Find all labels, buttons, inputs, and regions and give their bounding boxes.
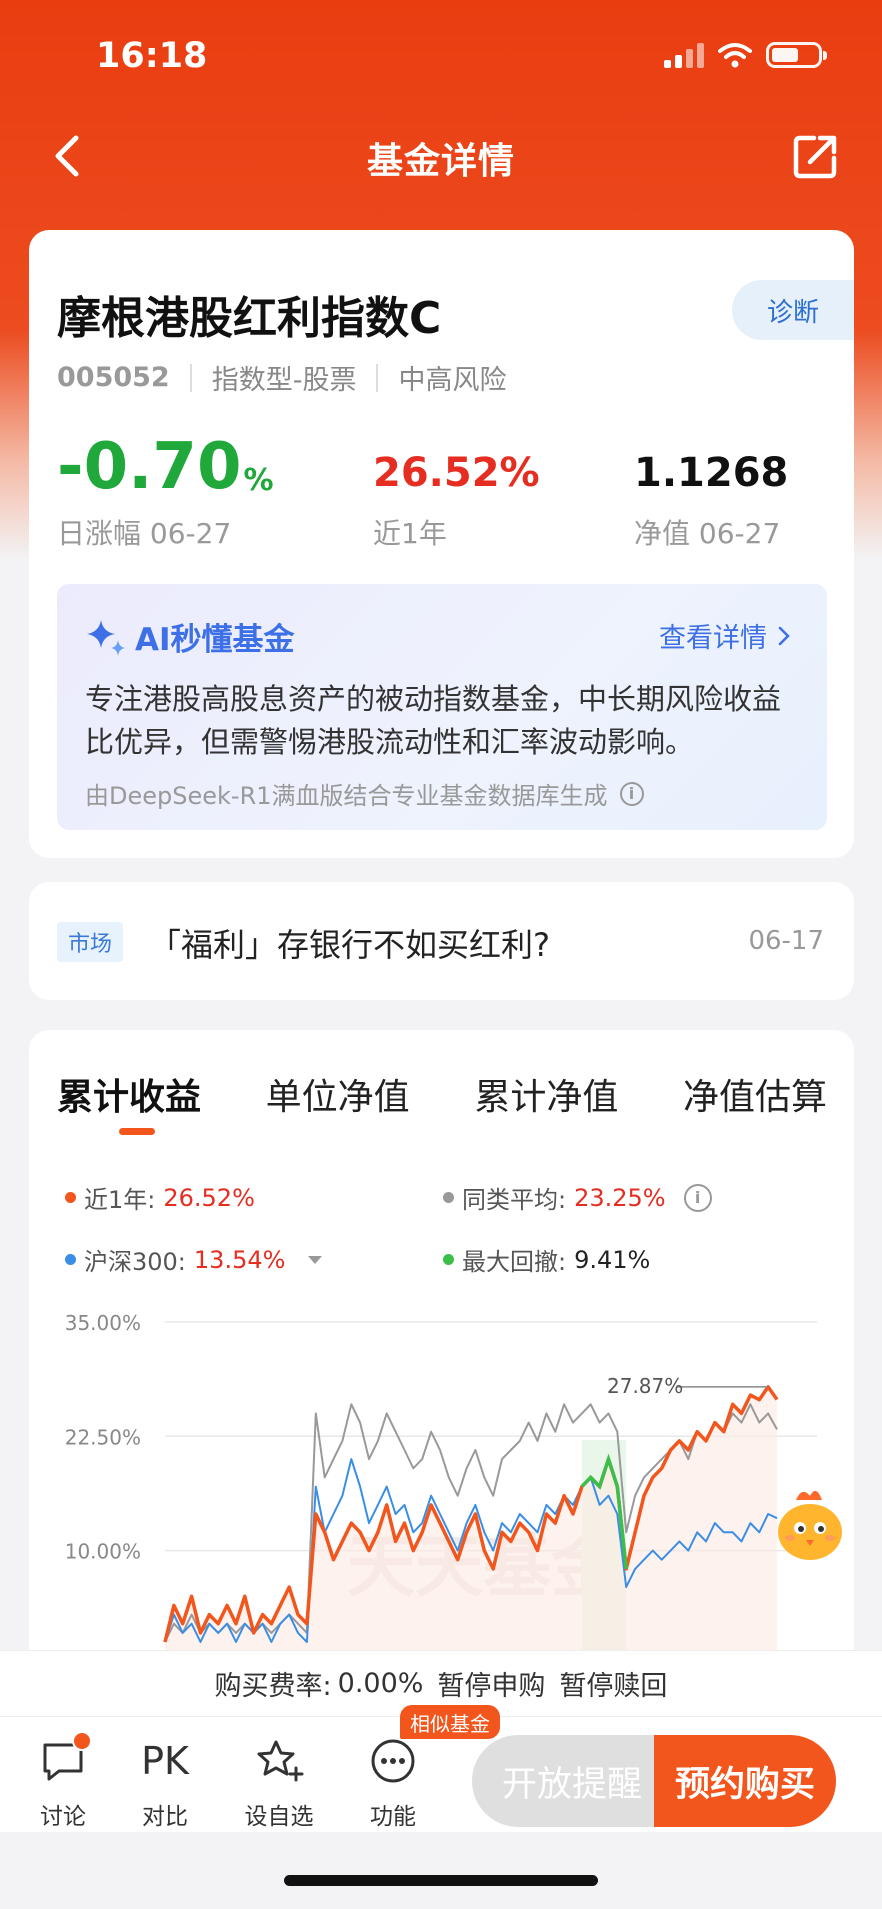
fund-code: 005052 — [57, 362, 170, 393]
legend-dot — [443, 1192, 454, 1203]
info-icon[interactable]: i — [619, 781, 644, 806]
discuss-button[interactable]: 讨论 — [18, 1731, 108, 1831]
legend-dot — [65, 1192, 76, 1203]
news-tag: 市场 — [57, 922, 123, 962]
fund-type: 指数型-股票 — [211, 365, 357, 396]
star-add-icon — [257, 1740, 304, 1782]
legend-peer-value: 23.25% — [574, 1183, 666, 1212]
nav-value-label: 净值 06-27 — [634, 517, 781, 550]
dropdown-triangle-icon[interactable] — [305, 1254, 325, 1266]
legend-drawdown: 最大回撤: 9.41% — [443, 1242, 650, 1277]
legend-index-label: 沪深300: — [84, 1248, 186, 1276]
daily-change-stat: -0.70% 日涨幅 06-27 — [57, 426, 274, 552]
legend-index-value: 13.54% — [193, 1245, 286, 1274]
legend-drawdown-label: 最大回撤: — [462, 1248, 567, 1276]
tab-cumulative-return[interactable]: 累计收益 — [57, 1068, 201, 1120]
add-watchlist-label: 设自选 — [244, 1804, 314, 1830]
open-reminder-button[interactable]: 开放提醒 — [472, 1735, 672, 1827]
functions-button[interactable]: 功能 — [348, 1733, 438, 1831]
home-indicator-area — [0, 1832, 882, 1909]
ai-title: AI秒懂基金 — [135, 622, 295, 658]
y-tick-label: 10.00% — [65, 1540, 141, 1564]
daily-change-unit: % — [243, 463, 274, 498]
nav-value: 1.1268 — [634, 450, 789, 496]
discuss-label: 讨论 — [40, 1804, 86, 1830]
redeem-status: 暂停赎回 — [559, 1671, 668, 1702]
ai-header: AI秒懂基金 — [85, 614, 295, 659]
page-title: 基金详情 — [366, 141, 515, 182]
signal-icon — [664, 42, 704, 68]
ai-summary-text: 专注港股高股息资产的被动指数基金，中长期风险收益比优异，但需警惕港股流动性和汇率… — [85, 682, 782, 759]
subscribe-status: 暂停申购 — [437, 1671, 546, 1702]
fund-meta: 005052 指数型-股票 中高风险 — [57, 358, 506, 397]
status-icons — [664, 42, 827, 68]
daily-change-label: 日涨幅 06-27 — [57, 517, 232, 550]
news-title: 「福利」存银行不如买红利? — [149, 926, 550, 964]
divider — [376, 363, 379, 392]
compare-label: 对比 — [142, 1804, 188, 1830]
notification-dot — [72, 1731, 92, 1751]
battery-icon — [766, 42, 827, 68]
fee-value: 0.00% — [337, 1668, 424, 1699]
status-time: 16:18 — [96, 36, 208, 76]
wifi-icon — [718, 43, 752, 68]
year-return-value: 26.52% — [373, 450, 540, 496]
similar-funds-badge[interactable]: 相似基金 — [400, 1705, 500, 1739]
legend-index[interactable]: 沪深300: 13.54% — [65, 1242, 325, 1277]
y-tick-label: 35.00% — [65, 1311, 141, 1335]
year-return-label: 近1年 — [373, 517, 447, 550]
news-date: 06-17 — [748, 926, 824, 956]
pk-icon: PK — [141, 1739, 189, 1783]
ai-more-link[interactable]: 查看详情 — [659, 616, 791, 655]
reserve-buy-button[interactable]: 预约购买 — [654, 1735, 836, 1827]
fee-label: 购买费率: — [214, 1671, 332, 1702]
fund-risk: 中高风险 — [398, 365, 507, 396]
fund-summary-card: 摩根港股红利指数C 诊断 005052 指数型-股票 中高风险 -0.70% 日… — [29, 230, 854, 858]
legend-dot — [443, 1254, 454, 1265]
add-watchlist-button[interactable]: 设自选 — [234, 1733, 324, 1831]
tab-unit-nav[interactable]: 单位净值 — [266, 1068, 410, 1120]
ai-footer-text: 由DeepSeek-R1满血版结合专业基金数据库生成 — [85, 782, 608, 810]
functions-label: 功能 — [370, 1804, 416, 1830]
ai-more-label: 查看详情 — [659, 623, 767, 654]
nav-bar: 基金详情 — [0, 120, 882, 192]
legend-peer: 同类平均: 23.25% i — [443, 1180, 712, 1215]
ai-summary-box[interactable]: AI秒懂基金 查看详情 专注港股高股息资产的被动指数基金，中长期风险收益比优异，… — [57, 584, 827, 830]
daily-change-value: -0.70 — [57, 430, 242, 504]
year-return-stat: 26.52% 近1年 — [373, 426, 540, 552]
tab-nav-estimate[interactable]: 净值估算 — [683, 1068, 827, 1120]
bottom-action-bar: 讨论 PK 对比 设自选 功能 相似基金 开放提醒 预约购买 — [0, 1705, 882, 1832]
compare-button[interactable]: PK 对比 — [120, 1733, 210, 1831]
news-card[interactable]: 市场 「福利」存银行不如买红利? 06-17 — [29, 882, 854, 1000]
legend-fund-value: 26.52% — [163, 1183, 255, 1212]
chevron-right-icon — [778, 626, 790, 645]
y-tick-label: 22.50% — [65, 1425, 141, 1449]
sparkle-icon — [87, 619, 125, 656]
tab-cumulative-nav[interactable]: 累计净值 — [474, 1068, 618, 1120]
legend-fund: 近1年: 26.52% — [65, 1180, 255, 1215]
active-tab-indicator — [119, 1128, 155, 1135]
mascot-chick-icon[interactable] — [766, 1480, 854, 1568]
legend-fund-label: 近1年: — [84, 1186, 156, 1214]
diagnose-button[interactable]: 诊断 — [732, 280, 854, 340]
ai-footer: 由DeepSeek-R1满血版结合专业基金数据库生成 i — [85, 776, 644, 811]
more-icon — [371, 1739, 415, 1783]
chart-tabs: 累计收益 单位净值 累计净值 净值估算 — [57, 1068, 827, 1120]
fund-name: 摩根港股红利指数C — [57, 293, 442, 344]
max-annotation-label: 27.87% — [607, 1374, 683, 1398]
legend-dot — [65, 1254, 76, 1265]
return-line-chart[interactable]: 35.00%22.50%10.00%天天基金27.87% — [57, 1300, 837, 1660]
legend-peer-label: 同类平均: — [462, 1186, 567, 1214]
divider — [189, 363, 192, 392]
home-indicator[interactable] — [284, 1875, 598, 1886]
nav-value-stat: 1.1268 净值 06-27 — [634, 426, 788, 552]
share-icon[interactable] — [786, 126, 846, 186]
legend-drawdown-value: 9.41% — [574, 1245, 651, 1274]
info-icon[interactable]: i — [683, 1183, 712, 1212]
status-bar: 16:18 — [0, 0, 882, 110]
